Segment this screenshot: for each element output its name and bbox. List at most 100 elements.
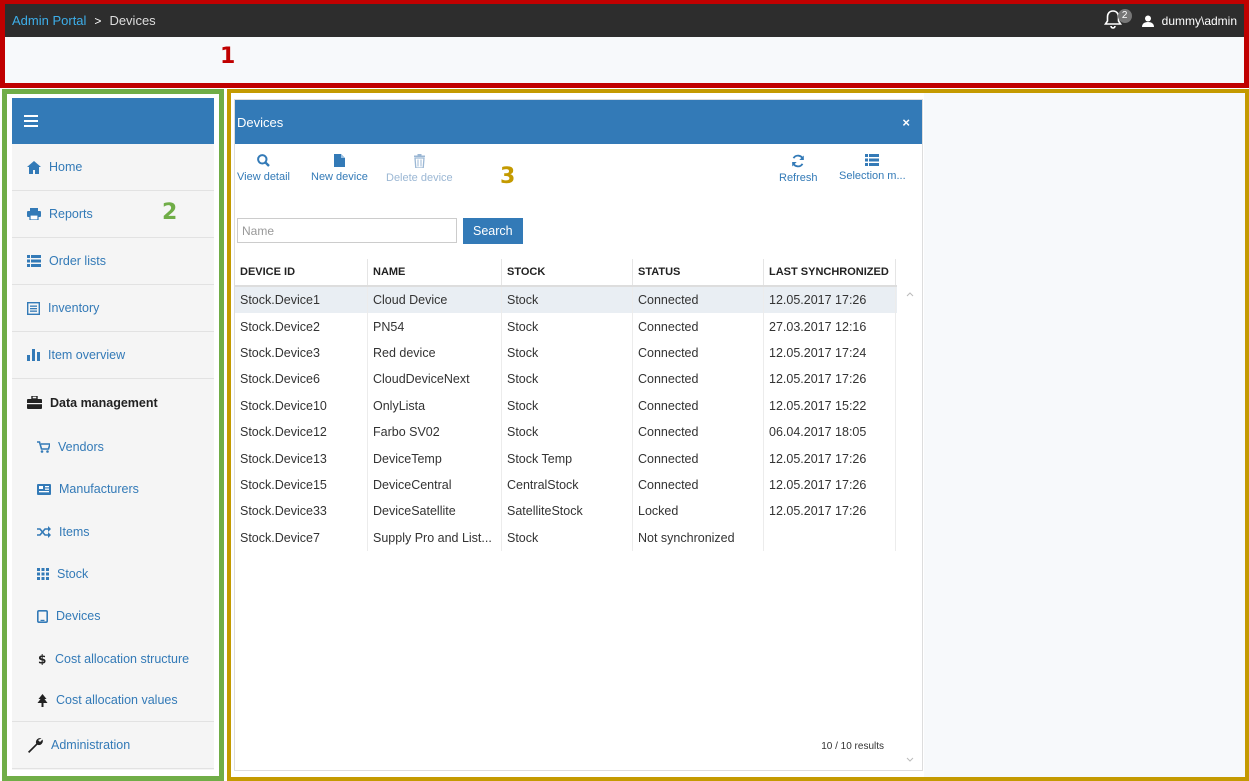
cell-device-id: Stock.Device2	[235, 313, 368, 340]
sidebar-subitem-manufacturers[interactable]: Manufacturers	[12, 468, 214, 510]
sidebar-item-home[interactable]: Home	[12, 144, 214, 191]
sidebar-subitem-cost-allocation-values[interactable]: Cost allocation values	[12, 680, 214, 723]
sidebar-toggle-button[interactable]	[12, 98, 214, 144]
sidebar-item-item-overview[interactable]: Item overview	[12, 332, 214, 379]
sidebar-subitem-label: Cost allocation values	[56, 693, 178, 708]
cell-last-synchronized: 12.05.2017 17:26	[764, 498, 896, 525]
bar-chart-icon	[27, 349, 40, 361]
cell-name: Red device	[368, 339, 502, 367]
breadcrumb-current: Devices	[109, 13, 156, 28]
annotation-number-3: 3	[500, 164, 516, 189]
cell-last-synchronized: 12.05.2017 17:26	[764, 287, 896, 314]
cell-device-id: Stock.Device3	[235, 339, 368, 367]
cell-name: PN54	[368, 313, 502, 340]
sidebar-item-inventory[interactable]: Inventory	[12, 285, 214, 332]
column-header-stock[interactable]: STOCK	[502, 259, 633, 285]
toolbar: View detail New device Delete device Ref…	[235, 144, 922, 200]
sidebar-item-label: Home	[49, 160, 83, 174]
sidebar-item-reports[interactable]: Reports	[12, 191, 214, 238]
sidebar-item-order-lists[interactable]: Order lists	[12, 238, 214, 285]
close-button[interactable]: ×	[902, 115, 910, 130]
delete-device-button[interactable]: Delete device	[386, 154, 453, 184]
subheader-bar	[4, 37, 1245, 83]
cell-stock: Stock	[502, 366, 633, 393]
cell-last-synchronized	[764, 524, 896, 551]
search-button[interactable]: Search	[463, 218, 523, 244]
annotation-number-2: 2	[162, 200, 178, 225]
devices-table: DEVICE ID NAME STOCK STATUS LAST SYNCHRO…	[235, 259, 897, 551]
panel-title: Devices	[237, 114, 284, 130]
table-row[interactable]: Stock.Device13 DeviceTemp Stock Temp Connec…	[235, 445, 897, 472]
cart-icon	[37, 441, 50, 453]
scroll-down-icon	[906, 757, 914, 762]
table-row[interactable]: Stock.Device3 Red device Stock Connected 12.…	[235, 339, 897, 367]
name-search-input[interactable]	[237, 218, 457, 243]
sidebar-item-label: Inventory	[48, 301, 100, 315]
list-icon	[27, 255, 41, 267]
selection-mode-button[interactable]: Selection m...	[839, 154, 906, 182]
notifications-button[interactable]: 2	[1102, 8, 1132, 34]
refresh-button[interactable]: Refresh	[779, 154, 818, 184]
cell-stock: CentralStock	[502, 471, 633, 499]
delete-device-label: Delete device	[386, 172, 453, 184]
sidebar-subitem-label: Items	[59, 524, 90, 539]
table-row[interactable]: Stock.Device7 Supply Pro and List... Stock…	[235, 524, 897, 551]
sidebar-item-data-management[interactable]: Data management	[12, 379, 214, 426]
column-header-name[interactable]: NAME	[368, 259, 502, 285]
table-row[interactable]: Stock.Device6 CloudDeviceNext Stock Connect…	[235, 366, 897, 393]
cell-device-id: Stock.Device15	[235, 471, 368, 499]
cell-stock: Stock	[502, 418, 633, 446]
breadcrumb-separator: >	[94, 13, 102, 28]
table-header: DEVICE ID NAME STOCK STATUS LAST SYNCHRO…	[235, 259, 897, 287]
search-row: Search	[237, 218, 523, 244]
selection-mode-label: Selection m...	[839, 170, 906, 182]
cell-last-synchronized: 12.05.2017 17:26	[764, 445, 896, 472]
cell-status: Locked	[633, 498, 764, 525]
cell-name: DeviceCentral	[368, 471, 502, 499]
sidebar-subitem-stock[interactable]: Stock	[12, 553, 214, 595]
cell-device-id: Stock.Device13	[235, 445, 368, 472]
factory-icon	[37, 483, 51, 495]
list-icon	[865, 154, 880, 166]
user-menu[interactable]: dummy\admin	[1162, 14, 1237, 28]
table-row[interactable]: Stock.Device33 DeviceSatellite SatelliteSt…	[235, 498, 897, 525]
column-header-last-synchronized[interactable]: LAST SYNCHRONIZED	[764, 259, 896, 285]
top-bar-right: 2 dummy\admin	[1102, 8, 1245, 34]
annotation-number-1: 1	[220, 44, 236, 69]
column-header-status[interactable]: STATUS	[633, 259, 764, 285]
cell-device-id: Stock.Device10	[235, 392, 368, 419]
cell-status: Connected	[633, 418, 764, 446]
sidebar-subitem-devices[interactable]: Devices	[12, 595, 214, 637]
sidebar-subitem-cost-allocation-structure[interactable]: $ Cost allocation structure	[12, 637, 214, 679]
table-row[interactable]: Stock.Device15 DeviceCentral CentralStock C…	[235, 471, 897, 499]
column-header-device-id[interactable]: DEVICE ID	[235, 259, 368, 285]
table-row[interactable]: Stock.Device10 OnlyLista Stock Connected 12.…	[235, 392, 897, 419]
table-row[interactable]: Stock.Device12 Farbo SV02 Stock Connected 06…	[235, 418, 897, 446]
cell-stock: SatelliteStock	[502, 498, 633, 525]
wrench-icon	[28, 738, 43, 754]
svg-text:$: $	[38, 653, 46, 666]
cell-last-synchronized: 12.05.2017 15:22	[764, 392, 896, 419]
devices-panel: Devices × View detail New device Delete …	[234, 99, 923, 771]
sidebar-subitem-label: Stock	[57, 567, 89, 582]
sidebar-item-administration[interactable]: Administration	[12, 722, 214, 770]
tree-icon	[37, 693, 48, 707]
sidebar-subitem-items[interactable]: Items	[12, 511, 214, 553]
new-device-button[interactable]: New device	[311, 154, 368, 183]
cell-status: Connected	[633, 471, 764, 499]
cell-status: Connected	[633, 287, 764, 314]
cell-name: Farbo SV02	[368, 418, 502, 446]
cell-device-id: Stock.Device1	[235, 287, 368, 314]
brand-link[interactable]: Admin Portal	[12, 13, 86, 28]
table-row[interactable]: Stock.Device2 PN54 Stock Connected 27.03.201…	[235, 313, 897, 340]
cell-name: Supply Pro and List...	[368, 524, 502, 551]
cell-name: Cloud Device	[368, 287, 502, 314]
grid-icon	[37, 568, 49, 581]
sidebar-subitem-vendors[interactable]: Vendors	[12, 426, 214, 468]
table-scrollbar[interactable]	[897, 287, 923, 767]
cell-device-id: Stock.Device6	[235, 366, 368, 393]
view-detail-button[interactable]: View detail	[237, 154, 290, 183]
table-row[interactable]: Stock.Device1 Cloud Device Stock Connected 1…	[235, 287, 897, 314]
panel-header: Devices ×	[235, 100, 922, 144]
cell-status: Connected	[633, 445, 764, 472]
